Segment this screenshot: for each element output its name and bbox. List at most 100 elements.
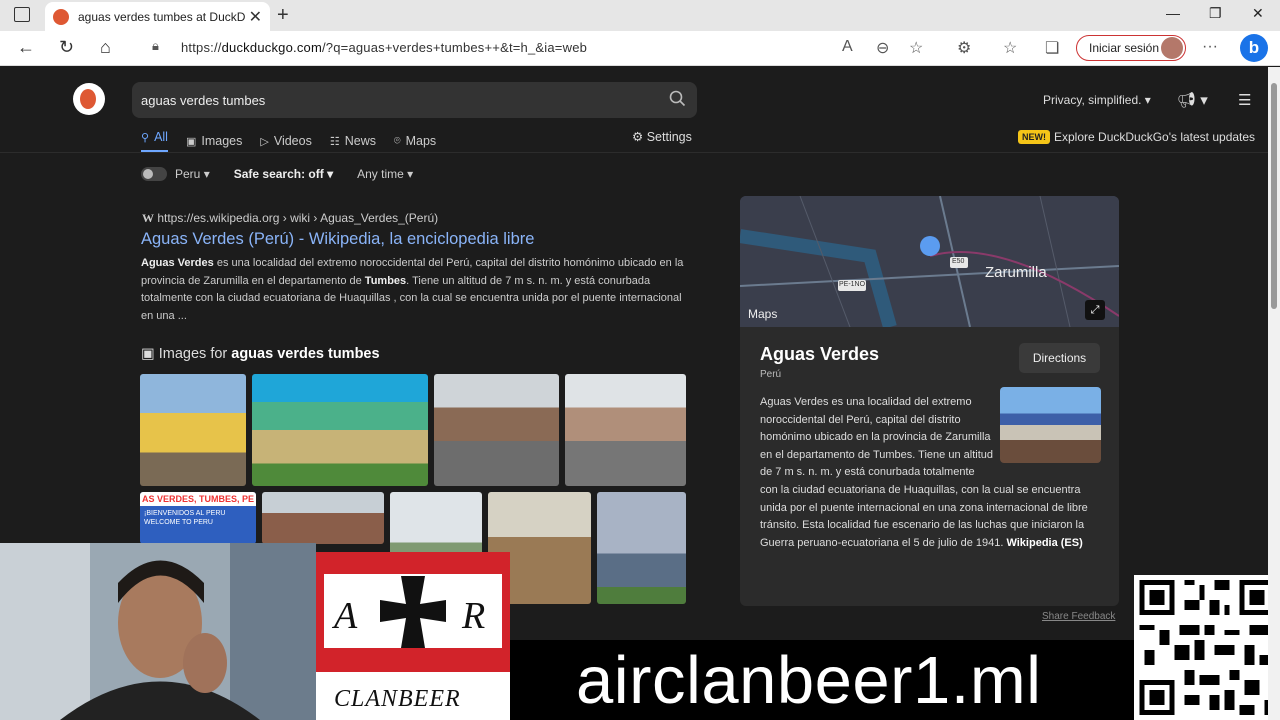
tab-images-label: Images: [201, 134, 243, 148]
map-road-label: E50: [952, 258, 965, 265]
browser-tab[interactable]: aguas verdes tumbes at DuckDuckGo ✕: [45, 2, 270, 31]
minimize-icon[interactable]: —: [1166, 5, 1180, 21]
extensions-icon[interactable]: ⚙: [957, 38, 971, 58]
panel-description: Aguas Verdes es una localidad del extrem…: [760, 394, 1105, 552]
image-thumbnail[interactable]: [262, 492, 384, 544]
new-tab-icon[interactable]: +: [277, 4, 289, 27]
tab-images[interactable]: ▣ Images: [186, 130, 242, 152]
tab-videos-label: Videos: [273, 134, 312, 148]
region-label: Peru: [175, 167, 201, 181]
panel-title: Aguas Verdes: [760, 344, 880, 364]
search-box[interactable]: aguas verdes tumbes: [132, 82, 697, 118]
directions-button[interactable]: Directions: [1019, 343, 1100, 373]
close-tab-icon[interactable]: ✕: [249, 7, 262, 27]
logo-caption: CLANBEER: [334, 686, 461, 712]
collections-icon[interactable]: ❏: [1045, 38, 1059, 58]
image-thumbnail[interactable]: AS VERDES, TUMBES, PE ¡BIENVENIDOS AL PE…: [140, 492, 256, 544]
map-pin-icon: ⌾: [393, 134, 401, 147]
tab-all-label: All: [154, 130, 168, 144]
favorites-icon[interactable]: ☆: [1003, 38, 1017, 58]
page-scrollbar[interactable]: [1268, 67, 1280, 720]
duckduckgo-logo[interactable]: [73, 83, 105, 115]
snippet-highlight: Aguas Verdes: [141, 257, 214, 269]
tab-news[interactable]: ☷ News: [330, 130, 376, 152]
privacy-label: Privacy, simplified.: [1043, 93, 1142, 107]
tab-news-label: News: [344, 134, 376, 148]
image-icon: ▣: [185, 135, 197, 148]
image-thumbnail[interactable]: [252, 374, 428, 486]
header-divider: [0, 152, 1268, 153]
logo-letter: A: [334, 595, 358, 637]
zoom-icon[interactable]: ⊖: [876, 38, 889, 58]
result-snippet: Aguas Verdes es una localidad del extrem…: [141, 255, 686, 325]
wikipedia-source-link[interactable]: Wikipedia (ES): [1006, 537, 1082, 549]
time-label: Any time: [357, 167, 404, 181]
image-thumbnail[interactable]: [434, 374, 559, 486]
thumbnail-sign-welcome: ¡BIENVENIDOS AL PERU WELCOME TO PERU: [144, 510, 226, 526]
search-small-icon: ⚲: [141, 131, 150, 144]
images-heading[interactable]: ▣ Images for aguas verdes tumbes: [141, 346, 380, 362]
sign-in-button[interactable]: Iniciar sesión: [1076, 35, 1186, 61]
filter-bar: Peru ▾ Safe search: off ▾ Any time ▾: [141, 167, 437, 181]
image-thumbnail[interactable]: [565, 374, 686, 486]
safe-search-label: Safe search: off: [233, 167, 324, 181]
sign-in-label: Iniciar sesión: [1089, 41, 1160, 55]
lock-icon[interactable]: 🔒︎: [152, 38, 159, 54]
time-filter[interactable]: Any time ▾: [357, 167, 413, 181]
images-heading-prefix: Images for: [158, 346, 232, 362]
wikipedia-icon: W: [142, 211, 154, 225]
image-spacer: [995, 394, 1105, 478]
tab-all[interactable]: ⚲ All: [141, 130, 168, 152]
expand-map-icon[interactable]: ⤢: [1085, 300, 1105, 320]
map-city-label: Zarumilla: [985, 264, 1047, 281]
browser-tab-bar: aguas verdes tumbes at DuckDuckGo ✕ + — …: [0, 0, 1280, 31]
tab-videos[interactable]: ▷ Videos: [260, 130, 311, 152]
tab-maps[interactable]: ⌾ Maps: [394, 130, 436, 152]
privacy-dropdown[interactable]: Privacy, simplified. ▾: [1043, 93, 1151, 107]
region-toggle[interactable]: [141, 167, 167, 181]
bing-chat-icon[interactable]: b: [1240, 34, 1268, 62]
qr-code: [1134, 575, 1280, 720]
map-preview[interactable]: PE-1NO E50 Zarumilla Maps ⤢: [740, 196, 1119, 329]
image-thumbnail[interactable]: [597, 492, 686, 604]
result-url[interactable]: W https://es.wikipedia.org › wiki › Agua…: [142, 211, 438, 226]
clanbeer-logo: A R CLANBEER: [316, 552, 510, 720]
safe-search-filter[interactable]: Safe search: off ▾: [234, 167, 333, 181]
settings-icon: ⚙: [632, 130, 644, 144]
image-thumbnail[interactable]: [140, 374, 246, 486]
refresh-icon[interactable]: ↻: [59, 37, 74, 58]
favorite-add-icon[interactable]: ☆: [909, 38, 923, 58]
home-icon[interactable]: ⌂: [100, 37, 111, 58]
tab-title: aguas verdes tumbes at DuckDuckGo: [78, 9, 245, 24]
search-icon[interactable]: [669, 90, 686, 112]
search-input[interactable]: aguas verdes tumbes: [141, 93, 265, 108]
explore-updates-link[interactable]: Explore DuckDuckGo's latest updates: [1054, 130, 1255, 144]
megaphone-icon[interactable]: 📢︎ ▾: [1177, 91, 1208, 109]
address-bar: ← ↻ ⌂ 🔒︎ https://duckduckgo.com/?q=aguas…: [0, 31, 1280, 66]
menu-icon[interactable]: ☰: [1238, 91, 1251, 109]
map-brand-label: Maps: [748, 307, 778, 321]
panel-subtitle: Perú: [760, 369, 782, 380]
profile-avatar: [1161, 37, 1183, 59]
webcam-person-graphic: [0, 543, 316, 720]
result-title-link[interactable]: Aguas Verdes (Perú) - Wikipedia, la enci…: [141, 230, 534, 249]
settings-button[interactable]: ⚙ Settings: [632, 129, 692, 144]
url-field[interactable]: https://duckduckgo.com/?q=aguas+verdes+t…: [181, 40, 587, 55]
qr-code-graphic: [1134, 575, 1280, 720]
read-aloud-icon[interactable]: A: [842, 38, 853, 56]
map-graphic: [740, 196, 1119, 329]
map-road-label: PE-1NO: [839, 281, 866, 288]
region-filter[interactable]: Peru ▾: [175, 167, 210, 181]
restore-icon[interactable]: ❐: [1209, 5, 1222, 22]
more-options-icon[interactable]: ···: [1202, 38, 1218, 56]
back-icon[interactable]: ←: [17, 37, 35, 58]
scrollbar-thumb[interactable]: [1271, 83, 1277, 309]
search-nav-tabs: ⚲ All ▣ Images ▷ Videos ☷ News ⌾ Maps: [141, 130, 436, 152]
website-banner: airclanbeer1.ml: [510, 640, 1134, 720]
tab-maps-label: Maps: [405, 134, 437, 148]
result-url-text: https://es.wikipedia.org › wiki › Aguas_…: [157, 211, 439, 225]
share-feedback-link[interactable]: Share Feedback: [1042, 611, 1115, 622]
tab-actions-icon[interactable]: [14, 7, 30, 22]
images-heading-query: aguas verdes tumbes: [231, 346, 380, 362]
close-window-icon[interactable]: ✕: [1252, 5, 1264, 22]
